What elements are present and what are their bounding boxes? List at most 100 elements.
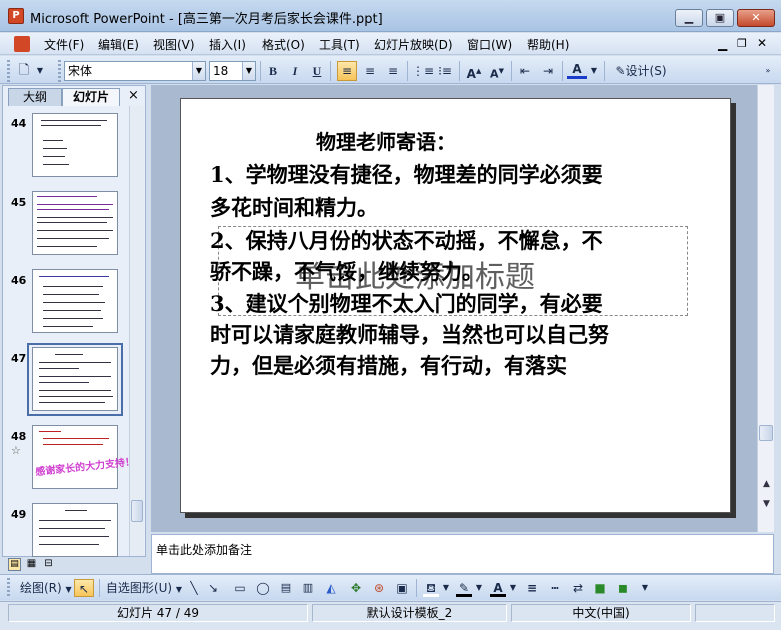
minimize-button[interactable]: ▁ <box>675 9 703 27</box>
font-name-combo[interactable]: 宋体 ▼ <box>64 61 206 81</box>
shadow-style-icon[interactable]: ■ <box>592 579 608 597</box>
slide-vertical-scrollbar[interactable]: ▲ ▼ <box>757 85 774 532</box>
slide-line[interactable]: 时可以请家庭教师辅导，当然也可以自己努 <box>210 319 609 350</box>
slide-thumbnail-46[interactable] <box>32 269 118 333</box>
scroll-thumb[interactable] <box>131 500 143 522</box>
align-center-icon[interactable]: ≡ <box>360 61 380 81</box>
doc-minimize-icon[interactable]: ▁ <box>718 37 727 51</box>
notes-placeholder[interactable]: 单击此处添加备注 <box>156 541 252 558</box>
chevron-down-icon[interactable]: ▼ <box>192 62 205 80</box>
align-right-icon[interactable]: ≡ <box>383 61 403 81</box>
slide-line[interactable]: 多花时间和精力。 <box>210 192 378 223</box>
decrease-font-icon[interactable]: A▼ <box>487 61 507 81</box>
slideshow-view-icon[interactable]: ⊟ <box>42 558 55 571</box>
slide-line[interactable]: 2、保持八月份的状态不动摇，不懈怠，不 <box>210 225 603 256</box>
arrow-icon[interactable]: ↘ <box>205 579 221 597</box>
minimize-icon: ▁ <box>684 11 694 24</box>
restore-button[interactable]: ▣ <box>706 9 734 27</box>
drawing-font-color-chevron-icon[interactable]: ▼ <box>508 579 518 597</box>
toolbar-overflow-icon[interactable]: » <box>762 61 774 81</box>
clipart-icon[interactable]: ⊛ <box>371 579 387 597</box>
underline-button[interactable]: U <box>307 61 327 81</box>
numbered-list-icon[interactable]: ⋮≡ <box>412 61 434 81</box>
toolbar-grip-2[interactable] <box>58 60 61 82</box>
increase-indent-icon[interactable]: ⇥ <box>538 61 558 81</box>
3d-style-icon[interactable]: ◼ <box>615 579 631 597</box>
slide-thumbnail-48[interactable]: 感谢家长的大力支持！ <box>32 425 136 489</box>
toolbar-grip[interactable] <box>7 60 10 82</box>
bullet-list-icon[interactable]: ⁝≡ <box>435 61 455 81</box>
menu-window[interactable]: 窗口(W) <box>467 36 512 53</box>
document-icon[interactable] <box>14 36 30 52</box>
doc-restore-icon[interactable]: ❐ <box>737 37 747 50</box>
next-slide-icon[interactable]: ▼ <box>759 497 774 512</box>
toolbar-grip[interactable] <box>7 578 10 598</box>
textbox-icon[interactable]: ▤ <box>278 579 294 597</box>
menu-file[interactable]: 文件(F) <box>44 36 84 53</box>
menu-slideshow[interactable]: 幻灯片放映(D) <box>374 36 453 53</box>
close-panel-icon[interactable]: × <box>128 88 139 103</box>
normal-view-icon[interactable]: ▤ <box>8 558 21 571</box>
bold-button[interactable]: B <box>263 61 283 81</box>
vertical-textbox-icon[interactable]: ▥ <box>300 579 316 597</box>
doc-close-icon[interactable]: ✕ <box>757 36 767 50</box>
autoshapes-menu-button[interactable]: 自选图形(U) ▼ <box>104 579 184 597</box>
line-color-icon[interactable]: ✎ <box>456 579 472 597</box>
tab-slides[interactable]: 幻灯片 <box>62 88 120 106</box>
chevron-down-icon[interactable]: ▼ <box>242 62 255 80</box>
italic-button[interactable]: I <box>285 61 305 81</box>
menu-tools[interactable]: 工具(T) <box>319 36 360 53</box>
arrow-style-icon[interactable]: ⇄ <box>570 579 586 597</box>
line-icon[interactable]: ╲ <box>186 579 202 597</box>
slide-heading[interactable]: 物理老师寄语： <box>316 127 456 158</box>
restore-icon: ▣ <box>714 11 726 24</box>
slide-thumbnail-47[interactable] <box>32 347 118 411</box>
slide-line[interactable]: 1、学物理没有捷径，物理差的同学必须要 <box>210 159 603 190</box>
increase-font-icon[interactable]: A▲ <box>464 61 484 81</box>
previous-slide-icon[interactable]: ▲ <box>759 477 774 492</box>
line-style-icon[interactable]: ≡ <box>524 579 540 597</box>
font-size-combo[interactable]: 18 ▼ <box>209 61 256 81</box>
menu-format[interactable]: 格式(O) <box>262 36 305 53</box>
slide-line[interactable]: 3、建议个别物理不太入门的同学，有必要 <box>210 288 603 319</box>
slide-thumbnail-45[interactable] <box>32 191 118 255</box>
fill-color-chevron-icon[interactable]: ▼ <box>441 579 451 597</box>
toolbar-options-icon[interactable]: ▼ <box>640 579 650 597</box>
new-document-icon[interactable]: 🗋 <box>14 61 34 81</box>
menu-help[interactable]: 帮助(H) <box>527 36 569 53</box>
menu-insert[interactable]: 插入(I) <box>209 36 246 53</box>
wordart-icon[interactable]: ◭ <box>323 579 339 597</box>
menu-view[interactable]: 视图(V) <box>153 36 195 53</box>
scroll-thumb[interactable] <box>759 425 773 441</box>
drawing-font-color-icon[interactable]: A <box>490 579 506 597</box>
powerpoint-app-icon[interactable]: P <box>8 8 24 24</box>
decrease-indent-icon[interactable]: ⇤ <box>515 61 535 81</box>
slide-line[interactable]: 力，但是必须有措施，有行动，有落实 <box>210 350 567 381</box>
design-button[interactable]: ✎设计(S) <box>610 61 672 81</box>
tab-outline[interactable]: 大纲 <box>8 88 62 106</box>
close-window-button[interactable]: ✕ <box>737 9 775 27</box>
slide-thumbnail-44[interactable] <box>32 113 118 177</box>
align-left-icon[interactable]: ≡ <box>337 61 357 81</box>
line-color-chevron-icon[interactable]: ▼ <box>474 579 484 597</box>
font-color-chevron-icon[interactable]: ▼ <box>588 61 600 81</box>
slide-line[interactable]: 骄不躁，不气馁，继续努力。 <box>210 256 483 287</box>
slides-panel-scrollbar[interactable] <box>129 106 144 556</box>
picture-icon[interactable]: ▣ <box>394 579 410 597</box>
slide-number: 47 <box>11 352 27 365</box>
notes-pane[interactable]: 单击此处添加备注 <box>151 534 774 574</box>
select-pointer-icon[interactable]: ↖ <box>74 579 94 597</box>
font-color-icon[interactable]: A <box>567 61 587 79</box>
design-icon: ✎ <box>615 64 626 78</box>
toolbar-options-icon[interactable]: ▼ <box>34 61 46 81</box>
fill-color-icon[interactable]: ⛾ <box>423 579 439 597</box>
oval-icon[interactable]: ◯ <box>255 579 271 597</box>
draw-menu-button[interactable]: 绘图(R) ▼ <box>20 579 72 597</box>
close-icon: ✕ <box>751 11 761 24</box>
diagram-icon[interactable]: ✥ <box>348 579 364 597</box>
slide-sorter-view-icon[interactable]: ▦ <box>25 558 38 571</box>
slide-thumbnail-49[interactable] <box>32 503 118 557</box>
dash-style-icon[interactable]: ┅ <box>547 579 563 597</box>
rectangle-icon[interactable]: ▭ <box>232 579 248 597</box>
menu-edit[interactable]: 编辑(E) <box>98 36 139 53</box>
